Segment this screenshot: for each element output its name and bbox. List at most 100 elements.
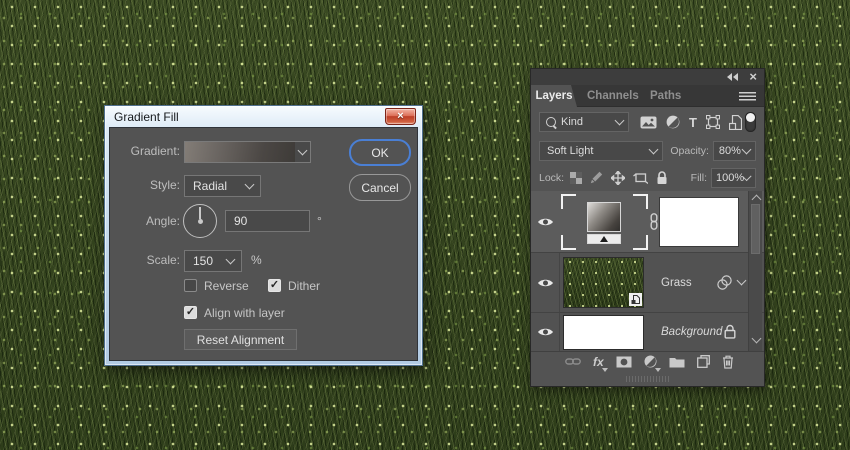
align-with-layer-checkbox[interactable]: ✓ bbox=[184, 306, 197, 319]
style-select[interactable]: Radial bbox=[184, 175, 261, 197]
dither-checkbox[interactable]: ✓ bbox=[268, 279, 281, 292]
reverse-checkbox[interactable] bbox=[184, 279, 197, 292]
reset-alignment-button[interactable]: Reset Alignment bbox=[184, 329, 297, 350]
layer-styles-fx-icon[interactable]: fx bbox=[593, 354, 608, 372]
opacity-select[interactable]: 80% bbox=[712, 140, 756, 161]
gradient-fill-dialog: Gradient Fill × Gradient: OK Style: Radi… bbox=[104, 105, 423, 366]
filter-adjustment-layers-icon[interactable] bbox=[666, 115, 680, 129]
angle-unit: ° bbox=[317, 214, 322, 228]
link-layers-icon[interactable] bbox=[565, 357, 581, 366]
ok-button[interactable]: OK bbox=[349, 139, 411, 166]
blend-mode-value: Soft Light bbox=[547, 144, 594, 157]
gradient-fill-thumbnail[interactable] bbox=[587, 202, 621, 244]
cancel-button[interactable]: Cancel bbox=[349, 174, 411, 201]
collapse-effects-chevron-icon[interactable] bbox=[736, 275, 747, 286]
check-icon: ✓ bbox=[185, 306, 196, 318]
ok-label: OK bbox=[371, 145, 389, 160]
delete-layer-trash-icon[interactable] bbox=[722, 355, 734, 369]
layer-row-background[interactable]: Background bbox=[531, 313, 764, 351]
filtering-toggle[interactable] bbox=[745, 112, 756, 132]
chevron-down-icon bbox=[244, 179, 255, 190]
layer-row-grass[interactable]: Grass bbox=[531, 253, 764, 313]
panel-resize-grip[interactable] bbox=[625, 376, 670, 382]
fx-glyph: fx bbox=[593, 354, 604, 369]
toggle-ball bbox=[746, 113, 755, 122]
filter-smart-objects-icon[interactable] bbox=[728, 114, 742, 130]
angle-value: 90 bbox=[234, 214, 248, 228]
gradient-preview-swatch[interactable] bbox=[184, 141, 296, 163]
tab-paths[interactable]: Paths bbox=[650, 85, 681, 107]
blend-mode-select[interactable]: Soft Light bbox=[539, 140, 664, 161]
tab-channels[interactable]: Channels bbox=[587, 85, 639, 107]
layer-mask-thumbnail[interactable] bbox=[659, 197, 739, 247]
chevron-down-icon bbox=[741, 144, 752, 154]
fill-select[interactable]: 100% bbox=[711, 167, 756, 188]
background-layer-thumbnail[interactable] bbox=[563, 315, 644, 350]
chevron-down-icon bbox=[297, 145, 308, 156]
panel-menu-icon[interactable] bbox=[739, 92, 756, 101]
chevron-down-icon bbox=[614, 115, 625, 126]
new-group-folder-icon[interactable] bbox=[669, 356, 685, 368]
new-layer-icon[interactable] bbox=[696, 355, 710, 368]
style-label: Style: bbox=[149, 178, 180, 192]
lock-pixels-brush-icon[interactable] bbox=[590, 171, 603, 184]
new-adjustment-layer-icon[interactable] bbox=[644, 355, 661, 372]
fill-value: 100% bbox=[716, 171, 745, 184]
background-lock-icon[interactable] bbox=[724, 324, 736, 339]
smart-object-badge-icon bbox=[629, 293, 642, 306]
layer-list-scrollbar[interactable] bbox=[748, 191, 762, 351]
add-layer-mask-icon[interactable] bbox=[616, 356, 632, 368]
filter-pixel-layers-icon[interactable] bbox=[640, 116, 657, 129]
search-icon bbox=[546, 117, 556, 127]
chevron-down-icon bbox=[648, 144, 659, 154]
scale-label: Scale: bbox=[146, 253, 180, 267]
layer-name[interactable]: Grass bbox=[661, 277, 692, 289]
filter-kind-value: Kind bbox=[561, 116, 584, 128]
lock-all-icon[interactable] bbox=[656, 170, 668, 185]
tab-layers[interactable]: Layers bbox=[531, 85, 577, 107]
visibility-eye-icon[interactable] bbox=[537, 327, 554, 338]
filter-shape-layers-icon[interactable] bbox=[705, 115, 720, 129]
gradient-mini-slider bbox=[587, 234, 621, 244]
panel-tab-bar: Layers Channels Paths bbox=[531, 85, 764, 107]
fill-label: Fill: bbox=[690, 171, 707, 184]
collapse-panel-icon[interactable] bbox=[727, 73, 738, 81]
layer-row-gradient-fill[interactable] bbox=[531, 191, 764, 253]
lock-artboard-icon[interactable] bbox=[633, 171, 649, 184]
scale-select[interactable]: 150 bbox=[184, 250, 242, 272]
lock-label: Lock: bbox=[539, 171, 565, 184]
close-button[interactable]: × bbox=[385, 108, 416, 125]
reverse-label: Reverse bbox=[204, 279, 249, 293]
dialog-title: Gradient Fill bbox=[114, 109, 179, 124]
dialog-titlebar[interactable]: Gradient Fill bbox=[105, 106, 422, 127]
layers-bottom-toolbar: fx bbox=[531, 351, 764, 372]
visibility-eye-icon[interactable] bbox=[537, 277, 554, 288]
visibility-eye-icon[interactable] bbox=[537, 216, 554, 227]
align-with-layer-label: Align with layer bbox=[204, 306, 285, 320]
lock-position-icon[interactable] bbox=[611, 170, 626, 185]
filter-kind-select[interactable]: Kind bbox=[539, 112, 629, 132]
angle-label: Angle: bbox=[145, 214, 180, 228]
close-panel-icon[interactable]: × bbox=[749, 70, 757, 84]
scroll-down-icon[interactable] bbox=[751, 333, 762, 344]
filter-type-layers-icon[interactable]: T bbox=[689, 115, 697, 130]
gradient-picker-dropdown[interactable] bbox=[295, 141, 311, 163]
scale-unit: % bbox=[251, 253, 262, 267]
panel-top-strip: × bbox=[531, 69, 764, 85]
angle-dial-needle bbox=[199, 207, 201, 219]
selected-thumbnail-brackets bbox=[561, 194, 648, 250]
lock-transparency-icon[interactable] bbox=[570, 171, 583, 184]
mask-link-chain-icon[interactable] bbox=[649, 213, 659, 230]
layer-name[interactable]: Background bbox=[661, 326, 722, 338]
gradient-mini-preview bbox=[587, 202, 621, 232]
scroll-up-icon[interactable] bbox=[751, 194, 762, 205]
angle-dial[interactable] bbox=[183, 204, 217, 238]
lock-row: Lock: Fill: 100% bbox=[531, 164, 764, 191]
reset-alignment-label: Reset Alignment bbox=[196, 332, 285, 347]
scrollbar-thumb[interactable] bbox=[751, 204, 760, 254]
grass-layer-thumbnail[interactable] bbox=[563, 257, 644, 308]
effects-badge-icon[interactable] bbox=[717, 275, 732, 290]
chevron-down-icon bbox=[225, 254, 236, 265]
scale-value: 150 bbox=[193, 254, 214, 268]
angle-input[interactable]: 90 bbox=[225, 210, 310, 232]
